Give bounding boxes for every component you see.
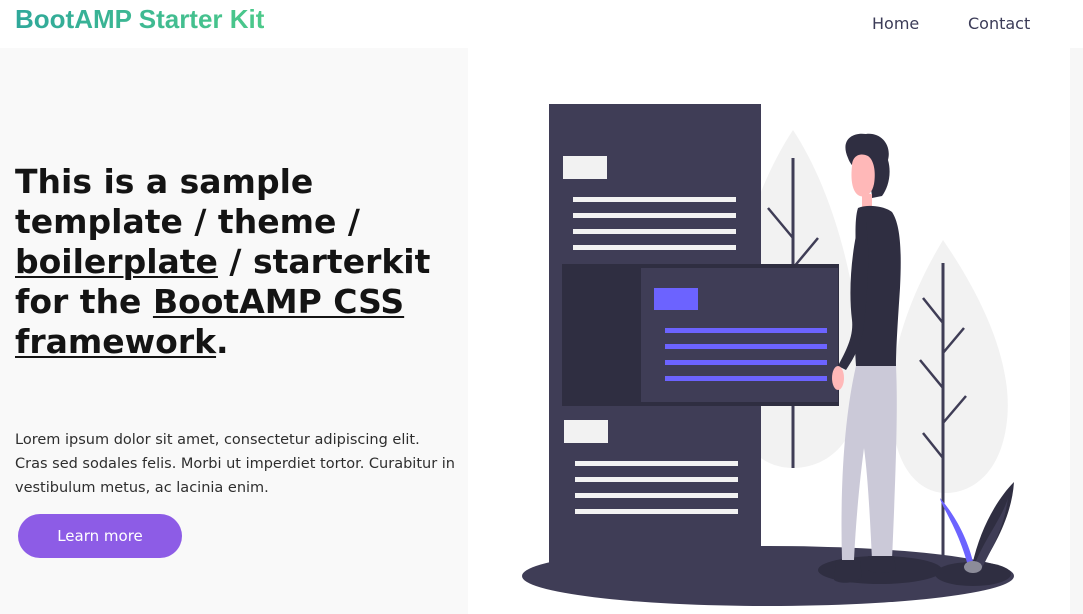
boilerplate-link[interactable]: boilerplate xyxy=(15,242,218,281)
hero-headline: This is a sample template / theme / boil… xyxy=(15,162,455,362)
page-right-edge xyxy=(1070,48,1083,614)
person-with-documents-illustration xyxy=(522,104,1014,606)
nav-link-home[interactable]: Home xyxy=(872,14,919,33)
brand-logo[interactable]: BootAMP Starter Kit xyxy=(15,4,264,35)
highlighted-card-icon xyxy=(562,264,839,406)
nav-link-contact[interactable]: Contact xyxy=(968,14,1030,33)
hero-lead-paragraph: Lorem ipsum dolor sit amet, consectetur … xyxy=(15,432,455,496)
navbar: BootAMP Starter Kit Home Contact xyxy=(0,0,1083,48)
headline-text-3: . xyxy=(216,322,229,361)
headline-text-1: This is a sample template / theme / xyxy=(15,162,360,241)
learn-more-button[interactable]: Learn more xyxy=(18,514,182,558)
person-icon xyxy=(832,133,901,583)
